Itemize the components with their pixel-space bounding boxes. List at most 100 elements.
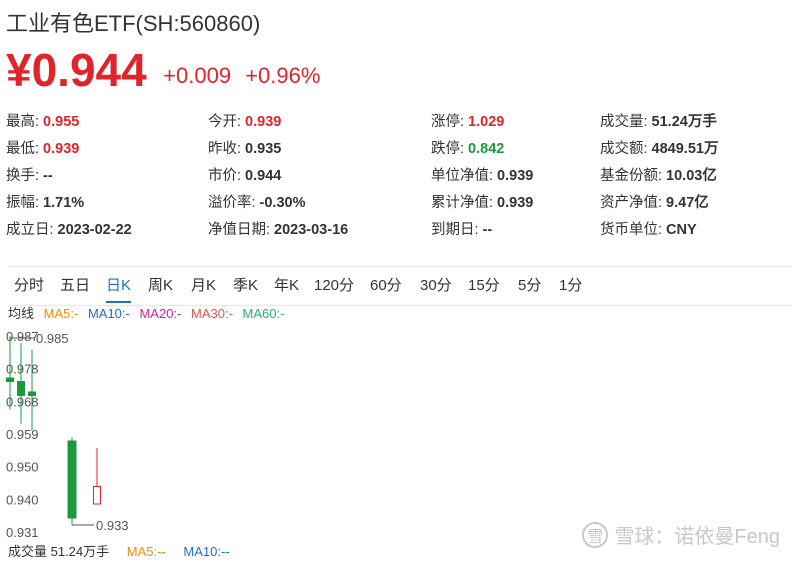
quote-cell: 累计净值: 0.939 [431, 190, 533, 217]
ma5-value: MA5:- [43, 306, 79, 321]
quote-label: 跌停: [431, 141, 465, 157]
snowball-logo-icon: 雪 [582, 521, 609, 548]
quote-label: 最高: [6, 114, 40, 130]
quote-label: 昨收: [208, 141, 242, 157]
quote-label: 货币单位: [600, 222, 663, 238]
quote-value: 4849.51万 [651, 141, 719, 157]
quote-label: 涨停: [431, 114, 465, 130]
candle-body [93, 486, 101, 505]
tab-6[interactable]: 年K [274, 267, 299, 305]
quote-value: 0.939 [497, 195, 534, 211]
tab-0[interactable]: 分时 [14, 267, 44, 305]
y-tick-label: 0.968 [6, 394, 39, 409]
quote-cell: 换手: -- [6, 163, 53, 190]
volume-ma5: MA5:-- [126, 544, 166, 559]
quote-label: 基金份额: [600, 168, 663, 184]
price-row: ¥0.944 +0.009 +0.96% [6, 44, 320, 96]
quote-value: 1.029 [468, 114, 505, 130]
quote-label: 到期日: [431, 222, 479, 238]
candle-body [17, 381, 25, 396]
quote-cell: 基金份额: 10.03亿 [600, 163, 717, 190]
quote-cell: 净值日期: 2023-03-16 [208, 217, 348, 244]
y-tick-label: 0.940 [6, 492, 39, 507]
quote-value: 0.939 [245, 114, 282, 130]
quote-value: -- [43, 168, 53, 184]
quote-label: 振幅: [6, 195, 40, 211]
ma10-value: MA10:- [87, 306, 130, 321]
tab-12[interactable]: 1分 [559, 267, 582, 305]
y-tick-label: 0.931 [6, 525, 39, 540]
tab-3[interactable]: 周K [148, 267, 173, 305]
ma20-value: MA20:- [139, 306, 182, 321]
quote-label: 成交量: [600, 114, 648, 130]
quote-cell: 成交量: 51.24万手 [600, 109, 717, 136]
quote-label: 资产净值: [600, 195, 663, 211]
high-label: 0.985 [36, 331, 69, 346]
quote-cell: 成交额: 4849.51万 [600, 136, 718, 163]
quote-cell: 涨停: 1.029 [431, 109, 504, 136]
ma-legend: 均线 MA5:- MA10:- MA20:- MA30:- MA60:- [8, 305, 290, 323]
quote-value: 0.944 [245, 168, 282, 184]
quote-cell: 到期日: -- [431, 217, 492, 244]
quote-value: 51.24万手 [651, 114, 717, 130]
period-tabs: 分时 五日 日K 周K 月K 季K 年K 120分 60分 30分 15分 5分 1分 [8, 266, 792, 306]
quote-cell: 单位净值: 0.939 [431, 163, 533, 190]
tab-8[interactable]: 60分 [370, 267, 402, 305]
quote-value: 10.03亿 [666, 168, 717, 184]
quote-value: -- [482, 222, 493, 238]
volume-label: 成交量 51.24万手 [8, 544, 110, 559]
quote-cell: 资产净值: 9.47亿 [600, 190, 709, 217]
tab-10[interactable]: 15分 [468, 267, 500, 305]
watermark: 雪 雪球：诺依曼Feng [582, 520, 780, 549]
y-tick-label: 0.978 [6, 362, 39, 377]
quote-label: 今开: [208, 114, 242, 130]
quote-cell: 昨收: 0.935 [208, 136, 281, 163]
candle-body [67, 440, 77, 519]
current-price: ¥0.944 [6, 44, 147, 96]
change-amount: +0.009 [163, 63, 232, 88]
quote-value: 2023-02-22 [57, 222, 132, 238]
candle-body [28, 391, 36, 396]
quote-label: 换手: [6, 168, 40, 184]
y-tick-label: 0.959 [6, 427, 39, 442]
quote-value: 1.71% [43, 195, 85, 211]
ma-label: 均线 [8, 306, 35, 321]
page-title: 工业有色ETF(SH:560860) [6, 11, 261, 36]
tab-2[interactable]: 日K [106, 267, 132, 305]
quote-cell: 跌停: 0.842 [431, 136, 504, 163]
price-change: +0.009 +0.96% [163, 44, 320, 102]
ma30-value: MA30:- [191, 306, 233, 321]
quote-label: 成交额: [600, 141, 648, 157]
tab-1[interactable]: 五日 [60, 267, 90, 305]
quote-value: 0.939 [43, 141, 80, 157]
quote-value: CNY [666, 222, 697, 238]
quote-value: -0.30% [259, 195, 306, 211]
volume-legend: 成交量 51.24万手 MA5:-- MA10:-- [8, 543, 230, 561]
tab-5[interactable]: 季K [233, 267, 258, 305]
quote-value: 0.935 [245, 141, 282, 157]
tab-11[interactable]: 5分 [518, 267, 541, 305]
quote-cell: 市价: 0.944 [208, 163, 281, 190]
quote-value: 9.47亿 [666, 195, 709, 211]
quote-label: 净值日期: [208, 222, 271, 238]
quote-cell: 最低: 0.939 [6, 136, 79, 163]
quote-cell: 最高: 0.955 [6, 109, 79, 136]
tab-7[interactable]: 120分 [314, 267, 354, 305]
candle-body [6, 377, 14, 382]
kline-chart[interactable]: 0.987 0.978 0.968 0.959 0.950 0.940 0.931 0.985… [0, 324, 792, 542]
quote-value: 2023-03-16 [274, 222, 349, 238]
quote-label: 最低: [6, 141, 40, 157]
quote-label: 单位净值: [431, 168, 494, 184]
ma60-value: MA60:- [242, 306, 285, 321]
low-label: 0.933 [96, 518, 129, 533]
quote-cell: 振幅: 1.71% [6, 190, 84, 217]
volume-ma10: MA10:-- [183, 544, 230, 559]
quote-cell: 溢价率: -0.30% [208, 190, 305, 217]
quote-cell: 成立日: 2023-02-22 [6, 217, 132, 244]
y-tick-label: 0.950 [6, 460, 39, 475]
quote-label: 溢价率: [208, 195, 256, 211]
tab-9[interactable]: 30分 [420, 267, 452, 305]
y-tick-label: 0.987 [6, 329, 39, 344]
quote-value: 0.939 [497, 168, 534, 184]
tab-4[interactable]: 月K [191, 267, 216, 305]
